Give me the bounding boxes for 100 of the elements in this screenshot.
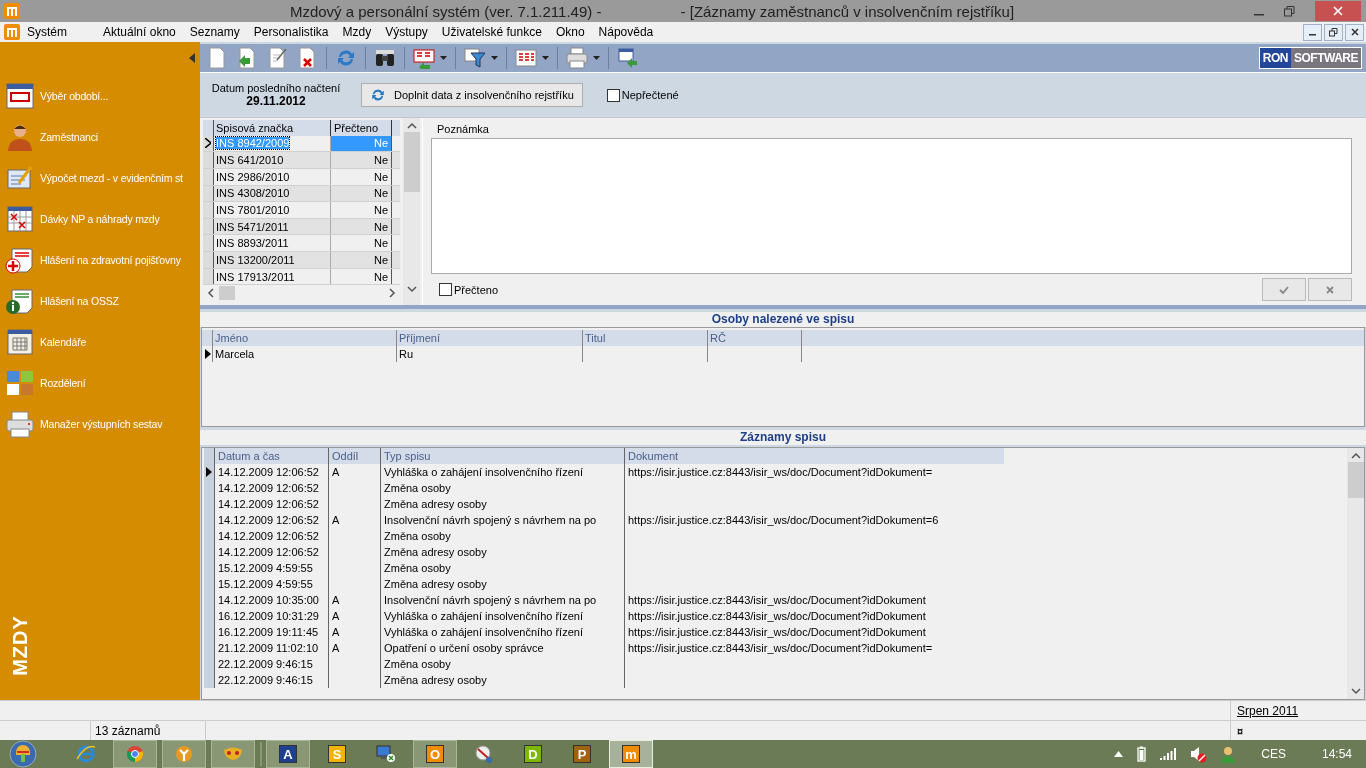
column-header[interactable]: RČ — [707, 330, 802, 346]
menu-item[interactable]: Aktuální okno — [96, 25, 183, 39]
app-logo-icon[interactable] — [4, 24, 20, 40]
record-row[interactable]: 15.12.2009 4:59:55 Změna adresy osoby — [204, 576, 1344, 592]
case-row[interactable]: INS 13200/2011 Ne — [203, 252, 400, 269]
record-row[interactable]: 14.12.2009 12:06:52 Změna adresy osoby — [204, 496, 1344, 512]
vertical-scrollbar[interactable] — [403, 118, 420, 305]
record-row[interactable]: 22.12.2009 9:46:15 Změna adresy osoby — [204, 672, 1344, 688]
table-cell: Ne — [331, 202, 392, 218]
table-cell: Změna adresy osoby — [384, 546, 487, 558]
clock[interactable]: 14:54 — [1321, 747, 1352, 761]
record-row[interactable]: 22.12.2009 9:46:15 Změna osoby — [204, 656, 1344, 672]
column-header[interactable]: Titul — [582, 330, 707, 346]
restore-button[interactable] — [1324, 23, 1343, 41]
dropdown-arrow-icon[interactable] — [440, 56, 447, 60]
record-row[interactable]: 14.12.2009 12:06:52 A Insolvenční návrh spojený s návrhem na po https://isir.justice.cz:8443/isir_ws/doc/Document?idDokument=6 — [204, 512, 1344, 528]
menu-item[interactable]: Systém — [20, 25, 74, 39]
period-link[interactable]: Srpen 2011 — [1237, 703, 1299, 718]
column-header[interactable]: Jméno — [212, 330, 396, 346]
menu-item[interactable]: Nápověda — [591, 25, 661, 39]
case-row[interactable]: INS 7801/2010 Ne — [203, 202, 400, 219]
taskbar-app[interactable]: A — [266, 740, 310, 768]
column-header[interactable]: Dokument — [624, 448, 1004, 464]
menu-item[interactable]: Mzdy — [335, 25, 379, 39]
filter-icon[interactable] — [464, 47, 486, 69]
edit-document-icon[interactable] — [266, 47, 288, 69]
scroll-left-icon[interactable] — [207, 288, 215, 299]
brand-text: MZDY — [8, 614, 32, 676]
record-row[interactable]: 14.12.2009 12:06:52 Změna adresy osoby — [204, 544, 1344, 560]
battery-icon[interactable] — [1137, 746, 1147, 762]
column-header[interactable]: Spisová značka — [213, 120, 331, 136]
scroll-down-icon[interactable] — [1350, 687, 1361, 695]
table-cell: 21.12.2009 11:02:10 — [218, 642, 319, 654]
sort-icon[interactable] — [413, 47, 435, 69]
person-row[interactable]: Marcela Ru — [202, 346, 1364, 362]
taskbar-app[interactable] — [162, 740, 206, 768]
menu-item[interactable]: Personalistika — [246, 25, 336, 39]
app-icon: m — [622, 745, 640, 763]
column-header[interactable]: Datum a čas — [214, 448, 328, 464]
scrollbar-thumb[interactable] — [219, 286, 235, 301]
case-row[interactable]: INS 8893/2011 Ne — [203, 235, 400, 253]
scrollbar-thumb[interactable] — [403, 132, 420, 192]
current-row-icon — [206, 467, 212, 477]
column-header[interactable]: Oddíl — [328, 448, 380, 464]
note-field[interactable] — [431, 138, 1352, 274]
column-header[interactable]: Příjmení — [396, 330, 582, 346]
delete-document-icon[interactable] — [296, 47, 318, 69]
start-button[interactable] — [8, 740, 38, 768]
dropdown-arrow-icon[interactable] — [491, 56, 498, 60]
scroll-down-icon[interactable] — [406, 285, 417, 293]
close-icon — [1350, 28, 1359, 36]
taskbar-app[interactable] — [113, 740, 157, 768]
language-indicator[interactable]: CES — [1261, 747, 1286, 761]
export-icon[interactable] — [617, 47, 639, 69]
dropdown-arrow-icon[interactable] — [593, 56, 600, 60]
fill-data-button[interactable]: Doplnit data z insolvenčního rejstříku — [361, 83, 583, 107]
restore-icon[interactable] — [1284, 5, 1295, 17]
unread-checkbox[interactable] — [606, 88, 620, 102]
scroll-up-icon[interactable] — [1350, 452, 1361, 460]
printer-icon[interactable] — [566, 47, 588, 69]
column-header[interactable]: Přečteno — [331, 120, 392, 136]
muted-speaker-icon[interactable] — [1190, 745, 1208, 763]
scrollbar-thumb[interactable] — [1347, 462, 1364, 498]
taskbar-app[interactable]: P — [560, 740, 604, 768]
record-row[interactable]: 14.12.2009 10:35:00 A Insolvenční návrh spojený s návrhem na po https://isir.justice.cz:8443/isir_ws/doc/Document?idDokument — [204, 592, 1344, 608]
record-row[interactable]: 21.12.2009 11:02:10 A Opatření o určení osoby správce https://isir.justice.cz:8443/isir_ws/doc/Document?idDokument= — [204, 640, 1344, 656]
row-header[interactable] — [202, 346, 212, 362]
dropdown-arrow-icon[interactable] — [542, 56, 549, 60]
binoculars-icon[interactable] — [374, 47, 396, 69]
record-row[interactable]: 14.12.2009 12:06:52 Změna osoby — [204, 528, 1344, 544]
unread-label: Nepřečtené — [621, 89, 679, 101]
table-cell: https://isir.justice.cz:8443/isir_ws/doc/Document?idDokument — [628, 594, 926, 606]
close-button[interactable] — [1345, 23, 1364, 41]
menu-item[interactable]: Seznamy — [182, 25, 247, 39]
app-icon: O — [426, 745, 444, 763]
company-logo: RON SOFTWARE — [1258, 47, 1362, 69]
record-row[interactable]: 16.12.2009 19:11:45 A Vyhláška o zahájení insolvenčního řízení https://isir.justice.cz:8443/isir_ws/doc/Document?idDokument — [204, 624, 1344, 640]
signal-icon[interactable] — [1160, 748, 1177, 760]
copy-document-icon[interactable] — [236, 47, 258, 69]
case-row[interactable]: INS 641/2010 Ne — [203, 152, 400, 169]
scroll-right-icon[interactable] — [388, 288, 396, 299]
show-hidden-icons[interactable] — [1114, 751, 1124, 757]
menu-item[interactable]: Okno — [548, 25, 592, 39]
record-row[interactable]: 15.12.2009 4:59:55 Změna osoby — [204, 560, 1344, 576]
record-row[interactable]: 14.12.2009 12:06:52 A Vyhláška o zahájení insolvenčního řízení https://isir.justice.cz:8443/isir_ws/doc/Document?idDokument= — [204, 464, 1344, 480]
user-icon[interactable] — [1221, 745, 1236, 763]
table-cell: 14.12.2009 12:06:52 — [218, 498, 319, 510]
menu-item[interactable]: Výstupy — [378, 25, 435, 39]
vertical-scrollbar[interactable] — [1347, 448, 1364, 699]
columns-icon[interactable] — [515, 47, 537, 69]
row-header[interactable] — [203, 135, 213, 152]
read-checkbox[interactable] — [439, 283, 452, 296]
column-header[interactable]: Typ spisu — [380, 448, 624, 464]
table-cell: A — [332, 594, 340, 606]
record-row[interactable]: 14.12.2009 12:06:52 Změna osoby — [204, 480, 1344, 496]
collapse-icon[interactable] — [189, 53, 195, 63]
menu-item[interactable]: Uživatelské funkce — [434, 25, 549, 39]
new-document-icon[interactable] — [206, 47, 228, 69]
record-row[interactable]: 16.12.2009 10:31:29 A Vyhláška o zahájení insolvenčního řízení https://isir.justice.cz:8443/isir_ws/doc/Document?idDokument — [204, 608, 1344, 624]
scroll-up-icon[interactable] — [406, 122, 417, 130]
